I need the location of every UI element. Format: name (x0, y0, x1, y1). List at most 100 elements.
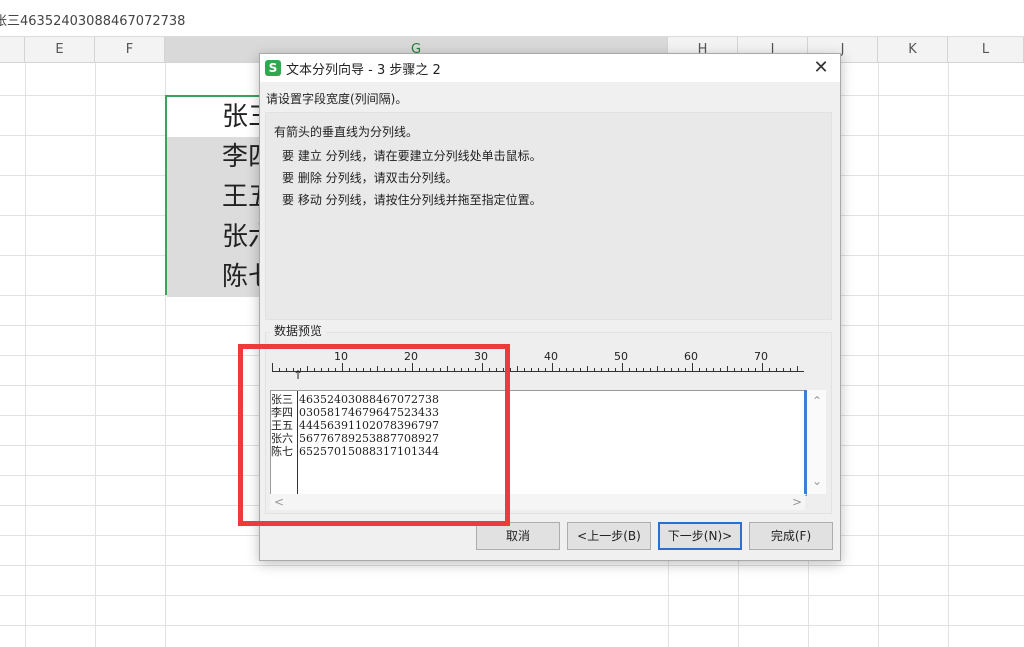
ruler-tick (384, 368, 385, 371)
ruler-tick (643, 368, 644, 371)
preview-name: 李四 (271, 406, 293, 419)
scroll-thumb[interactable] (804, 390, 807, 494)
ruler-number: 70 (754, 350, 768, 363)
dialog-title-bar[interactable]: S 文本分列向导 - 3 步骤之 2 ✕ (260, 54, 840, 82)
info-line: 要 建立 分列线，请在要建立分列线处单击鼠标。 (282, 149, 542, 163)
info-line: 有箭头的垂直线为分列线。 (274, 125, 419, 139)
ruler-tick (391, 368, 392, 371)
vertical-scrollbar[interactable]: ⌃ ⌄ (804, 390, 826, 494)
preview-number: 44456391102078396797 (299, 419, 439, 432)
ruler-tick (552, 363, 553, 371)
preview-number: 65257015088317101344 (299, 445, 439, 458)
ruler-tick (279, 368, 280, 371)
preview-name: 王五 (271, 419, 293, 432)
ruler-tick (594, 368, 595, 371)
ruler-number: 10 (334, 350, 348, 363)
column-header-e[interactable]: E (25, 37, 95, 62)
ruler-tick (615, 368, 616, 371)
ruler-tick (783, 368, 784, 371)
ruler-tick (790, 368, 791, 371)
ruler-tick (678, 368, 679, 371)
ruler-tick (559, 368, 560, 371)
ruler-tick (363, 368, 364, 371)
finish-button[interactable]: 完成(F) (749, 522, 833, 550)
ruler-tick (517, 366, 518, 371)
scroll-right-icon[interactable]: > (792, 495, 802, 509)
ruler-tick (531, 368, 532, 371)
horizontal-scrollbar[interactable]: < > (270, 494, 805, 510)
ruler-tick (461, 368, 462, 371)
ruler-tick (349, 368, 350, 371)
scroll-left-icon[interactable]: < (274, 495, 284, 509)
ruler-tick (664, 368, 665, 371)
column-break-line[interactable] (297, 391, 298, 495)
formula-text[interactable]: 张三46352403088467072738 (0, 10, 185, 29)
column-header-f[interactable]: F (95, 37, 165, 62)
cancel-button[interactable]: 取消 (476, 522, 560, 550)
ruler-tick (538, 368, 539, 371)
ruler-tick (573, 368, 574, 371)
ruler-baseline (272, 371, 804, 372)
ruler-tick (398, 368, 399, 371)
preview-area[interactable]: 张三 46352403088467072738 李四 0305817467964… (270, 390, 807, 496)
ruler-tick (468, 368, 469, 371)
prev-step-button[interactable]: <上一步(B) (567, 522, 651, 550)
ruler-tick (587, 366, 588, 371)
ruler-tick (748, 368, 749, 371)
preview-label: 数据预览 (270, 322, 327, 339)
ruler-tick (426, 368, 427, 371)
ruler-tick (601, 368, 602, 371)
ruler-tick (657, 366, 658, 371)
ruler-tick (342, 363, 343, 371)
text-to-columns-dialog: S 文本分列向导 - 3 步骤之 2 ✕ 请设置字段宽度(列间隔)。 有箭头的垂… (259, 53, 841, 561)
row-header-corner[interactable] (0, 37, 25, 62)
ruler-number: 40 (544, 350, 558, 363)
ruler-tick (734, 368, 735, 371)
column-ruler[interactable]: 10 20 30 40 50 60 70 ↑ (272, 350, 804, 382)
ruler-tick (412, 363, 413, 371)
preview-number: 46352403088467072738 (299, 393, 439, 406)
preview-number: 56776789253887708927 (299, 432, 439, 445)
ruler-tick (713, 368, 714, 371)
ruler-tick (566, 368, 567, 371)
ruler-tick (447, 366, 448, 371)
close-icon[interactable]: ✕ (808, 56, 834, 80)
ruler-number: 20 (404, 350, 418, 363)
ruler-tick (272, 363, 273, 371)
ruler-tick (608, 368, 609, 371)
preview-name: 张六 (271, 432, 293, 445)
scroll-up-icon[interactable]: ⌃ (812, 394, 822, 408)
ruler-tick (622, 363, 623, 371)
ruler-tick (419, 368, 420, 371)
ruler-tick (503, 368, 504, 371)
column-header-l[interactable]: L (948, 37, 1024, 62)
column-break-arrow-icon[interactable]: ↑ (293, 368, 303, 382)
ruler-tick (321, 368, 322, 371)
ruler-tick (650, 368, 651, 371)
app-logo-icon: S (265, 60, 281, 76)
ruler-tick (489, 368, 490, 371)
next-step-button[interactable]: 下一步(N)> (658, 522, 742, 550)
ruler-tick (405, 368, 406, 371)
ruler-tick (727, 366, 728, 371)
scroll-down-icon[interactable]: ⌄ (812, 474, 822, 488)
ruler-tick (475, 368, 476, 371)
preview-name: 张三 (271, 393, 293, 406)
ruler-tick (671, 368, 672, 371)
ruler-tick (762, 363, 763, 371)
ruler-tick (545, 368, 546, 371)
column-header-k[interactable]: K (878, 37, 948, 62)
ruler-tick (370, 368, 371, 371)
ruler-tick (692, 363, 693, 371)
ruler-tick (580, 368, 581, 371)
formula-bar[interactable]: 张三46352403088467072738 (0, 0, 1024, 37)
ruler-tick (769, 368, 770, 371)
ruler-tick (482, 363, 483, 371)
ruler-tick (636, 368, 637, 371)
instruction-text: 请设置字段宽度(列间隔)。 (266, 92, 408, 106)
ruler-tick (797, 366, 798, 371)
ruler-tick (454, 368, 455, 371)
ruler-tick (699, 368, 700, 371)
ruler-number: 30 (474, 350, 488, 363)
ruler-tick (328, 368, 329, 371)
